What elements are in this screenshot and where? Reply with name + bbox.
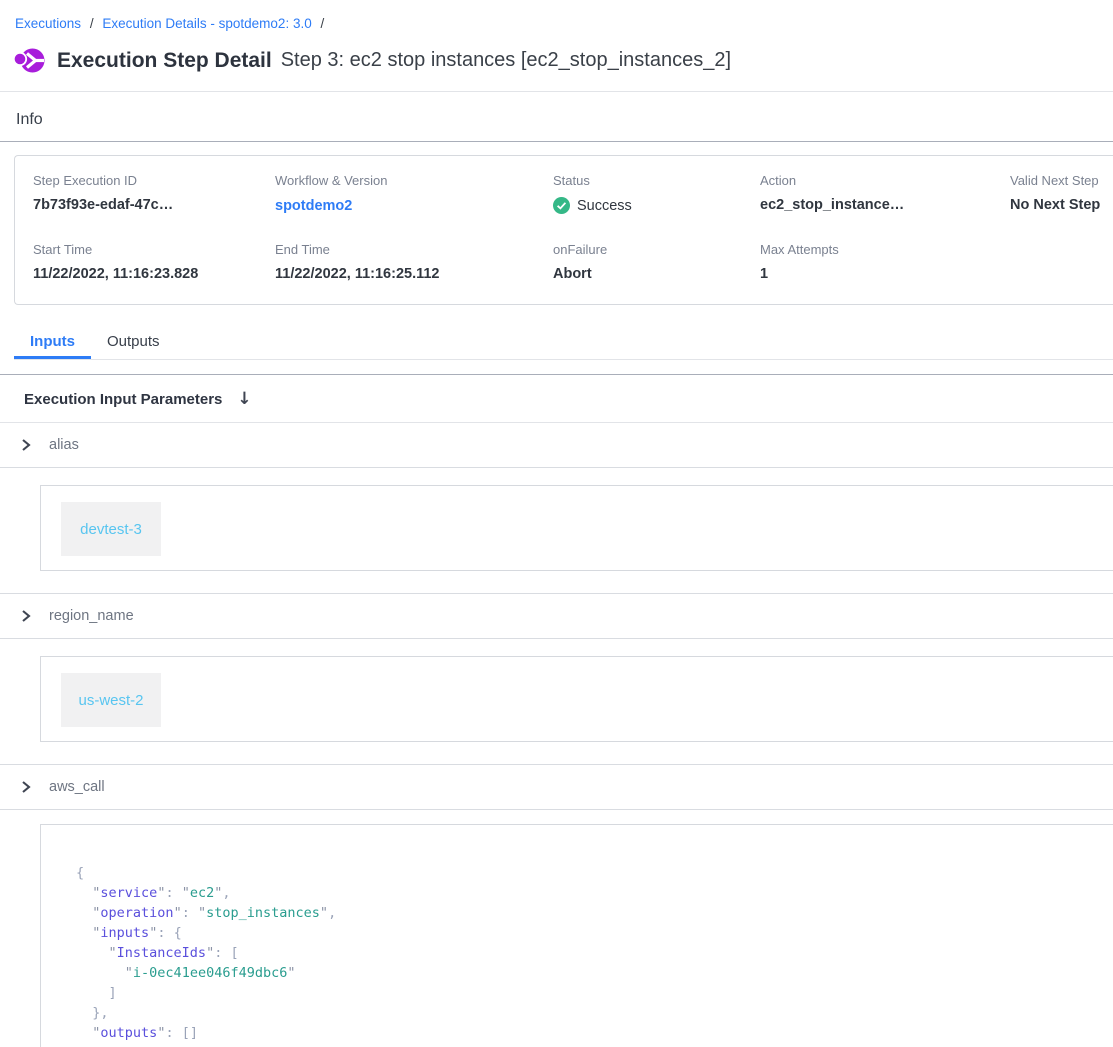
divider xyxy=(0,141,1113,142)
region-name-value-chip: us-west-2 xyxy=(61,673,161,727)
tab-outputs[interactable]: Outputs xyxy=(91,328,176,359)
info-heading: Info xyxy=(16,111,1113,129)
field-label: Status xyxy=(553,173,760,188)
field-action: Action ec2_stop_instance… xyxy=(760,173,1010,215)
field-value: Abort xyxy=(553,266,760,282)
execution-step-detail-page: Executions / Execution Details - spotdem… xyxy=(0,0,1113,1047)
field-value: 7b73f93e-edaf-47c… xyxy=(33,197,275,213)
field-workflow-version: Workflow & Version spotdemo2 xyxy=(275,173,553,215)
section-toggle-region-name[interactable]: region_name xyxy=(0,593,1113,639)
field-value: 11/22/2022, 11:16:25.112 xyxy=(275,266,553,282)
alias-value-chip: devtest-3 xyxy=(61,502,161,556)
field-label: End Time xyxy=(275,242,553,257)
region-name-value: us-west-2 xyxy=(78,692,143,709)
download-icon[interactable]: ↓ xyxy=(237,389,251,409)
breadcrumb-link-executions[interactable]: Executions xyxy=(15,16,81,31)
field-label: Start Time xyxy=(33,242,275,257)
field-value: ec2_stop_instance… xyxy=(760,197,1010,213)
field-label: Action xyxy=(760,173,1010,188)
region-name-value-panel: us-west-2 xyxy=(40,656,1113,742)
alias-value: devtest-3 xyxy=(80,521,142,538)
section-toggle-alias[interactable]: alias xyxy=(0,423,1113,468)
chevron-right-icon xyxy=(20,781,32,793)
breadcrumb-link-execution-details[interactable]: Execution Details - spotdemo2: 3.0 xyxy=(102,16,311,31)
breadcrumb: Executions / Execution Details - spotdem… xyxy=(0,0,1113,31)
field-label: Max Attempts xyxy=(760,242,1010,257)
breadcrumb-separator: / xyxy=(90,16,94,31)
section-label: region_name xyxy=(49,608,134,624)
field-label: Step Execution ID xyxy=(33,173,275,188)
section-toggle-aws-call[interactable]: aws_call xyxy=(0,764,1113,810)
field-step-execution-id: Step Execution ID 7b73f93e-edaf-47c… xyxy=(33,173,275,215)
field-value: 1 xyxy=(760,266,1010,282)
divider xyxy=(0,374,1113,375)
field-value: 11/22/2022, 11:16:23.828 xyxy=(33,266,275,282)
page-title: Execution Step Detail xyxy=(57,49,272,73)
workflow-link[interactable]: spotdemo2 xyxy=(275,198,352,214)
aws-call-code: { "service": "ec2", "operation": "stop_i… xyxy=(76,863,1113,1047)
alias-value-panel: devtest-3 xyxy=(40,485,1113,571)
chevron-right-icon xyxy=(20,439,32,451)
title-row: Execution Step Detail Step 3: ec2 stop i… xyxy=(14,46,1113,75)
status-text: Success xyxy=(577,198,632,214)
field-end-time: End Time 11/22/2022, 11:16:25.112 xyxy=(275,242,553,282)
page-subtitle: Step 3: ec2 stop instances [ec2_stop_ins… xyxy=(281,49,731,72)
field-valid-next-step: Valid Next Step No Next Step xyxy=(1010,173,1113,215)
divider xyxy=(0,91,1113,92)
field-label: Valid Next Step xyxy=(1010,173,1113,188)
section-label: alias xyxy=(49,437,79,453)
execution-input-parameters-header: Execution Input Parameters ↓ xyxy=(24,389,1113,409)
workflow-logo-icon xyxy=(14,46,45,75)
tab-bar: Inputs Outputs xyxy=(14,328,1113,360)
tab-inputs[interactable]: Inputs xyxy=(14,328,91,359)
field-label: Workflow & Version xyxy=(275,173,553,188)
field-start-time: Start Time 11/22/2022, 11:16:23.828 xyxy=(33,242,275,282)
field-max-attempts: Max Attempts 1 xyxy=(760,242,1010,282)
execution-input-parameters-title: Execution Input Parameters xyxy=(24,391,222,408)
field-value: No Next Step xyxy=(1010,197,1113,213)
success-check-icon xyxy=(553,197,570,214)
chevron-right-icon xyxy=(20,610,32,622)
section-label: aws_call xyxy=(49,779,105,795)
field-label: onFailure xyxy=(553,242,760,257)
field-onfailure: onFailure Abort xyxy=(553,242,760,282)
aws-call-code-panel: { "service": "ec2", "operation": "stop_i… xyxy=(40,824,1113,1047)
breadcrumb-separator: / xyxy=(320,16,324,31)
status-badge: Success xyxy=(553,197,760,214)
info-card: Step Execution ID 7b73f93e-edaf-47c… Wor… xyxy=(14,155,1113,305)
field-status: Status Success xyxy=(553,173,760,215)
